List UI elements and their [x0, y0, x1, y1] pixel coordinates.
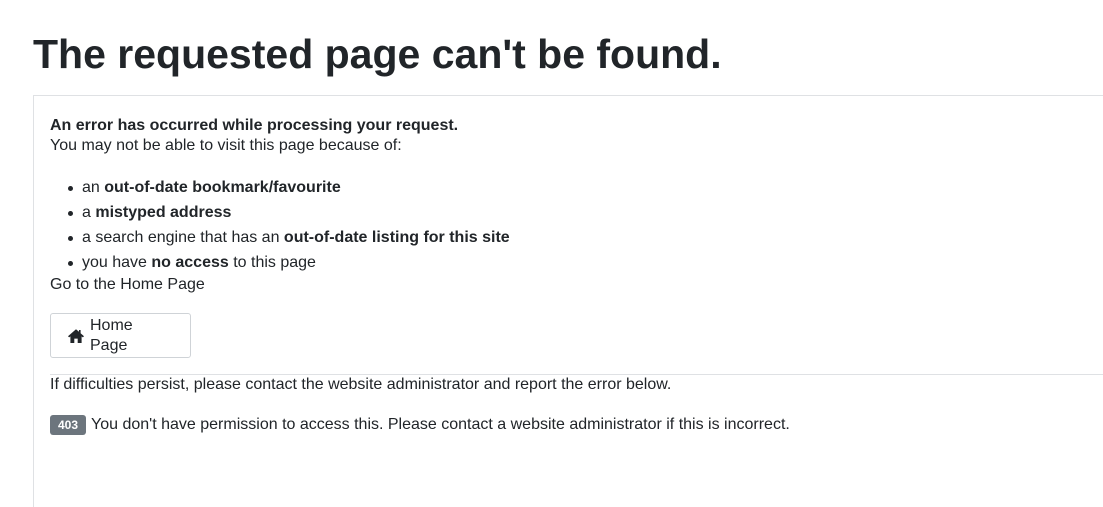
page-title: The requested page can't be found. [33, 31, 722, 77]
reason-prefix: a [82, 204, 96, 221]
reason-prefix: an [82, 179, 105, 196]
home-page-button[interactable]: Home Page [50, 313, 191, 358]
error-page: The requested page can't be found. An er… [0, 0, 1103, 507]
reason-suffix: to this page [228, 254, 316, 271]
home-icon [67, 328, 85, 344]
reason-emphasis: out-of-date bookmark/favourite [104, 179, 341, 196]
home-page-button-label: Home Page [90, 316, 133, 354]
reason-item: a search engine that has an out-of-date … [68, 225, 1103, 250]
error-detail: 403 You don't have permission to access … [50, 415, 1103, 435]
reasons-intro: You may not be able to visit this page b… [50, 137, 402, 154]
error-code-badge: 403 [50, 415, 87, 435]
persist-message: If difficulties persist, please contact … [50, 376, 672, 393]
reason-emphasis: out-of-date listing for this site [283, 229, 510, 246]
reason-emphasis: mistyped address [95, 204, 232, 221]
reason-prefix: you have [82, 254, 152, 271]
error-card: An error has occurred while processing y… [33, 95, 1103, 507]
error-message: You don't have permission to access this… [91, 416, 790, 433]
reason-item: a mistyped address [68, 200, 1103, 225]
reason-prefix: a search engine that has an [82, 229, 284, 246]
reason-item: you have no access to this page [68, 250, 1103, 275]
error-lead: An error has occurred while processing y… [50, 117, 459, 134]
reasons-list: an out-of-date bookmark/favourite a mist… [50, 175, 1103, 275]
reason-emphasis: no access [151, 254, 229, 271]
home-page-intro: Go to the Home Page [50, 276, 205, 293]
reason-item: an out-of-date bookmark/favourite [68, 175, 1103, 200]
